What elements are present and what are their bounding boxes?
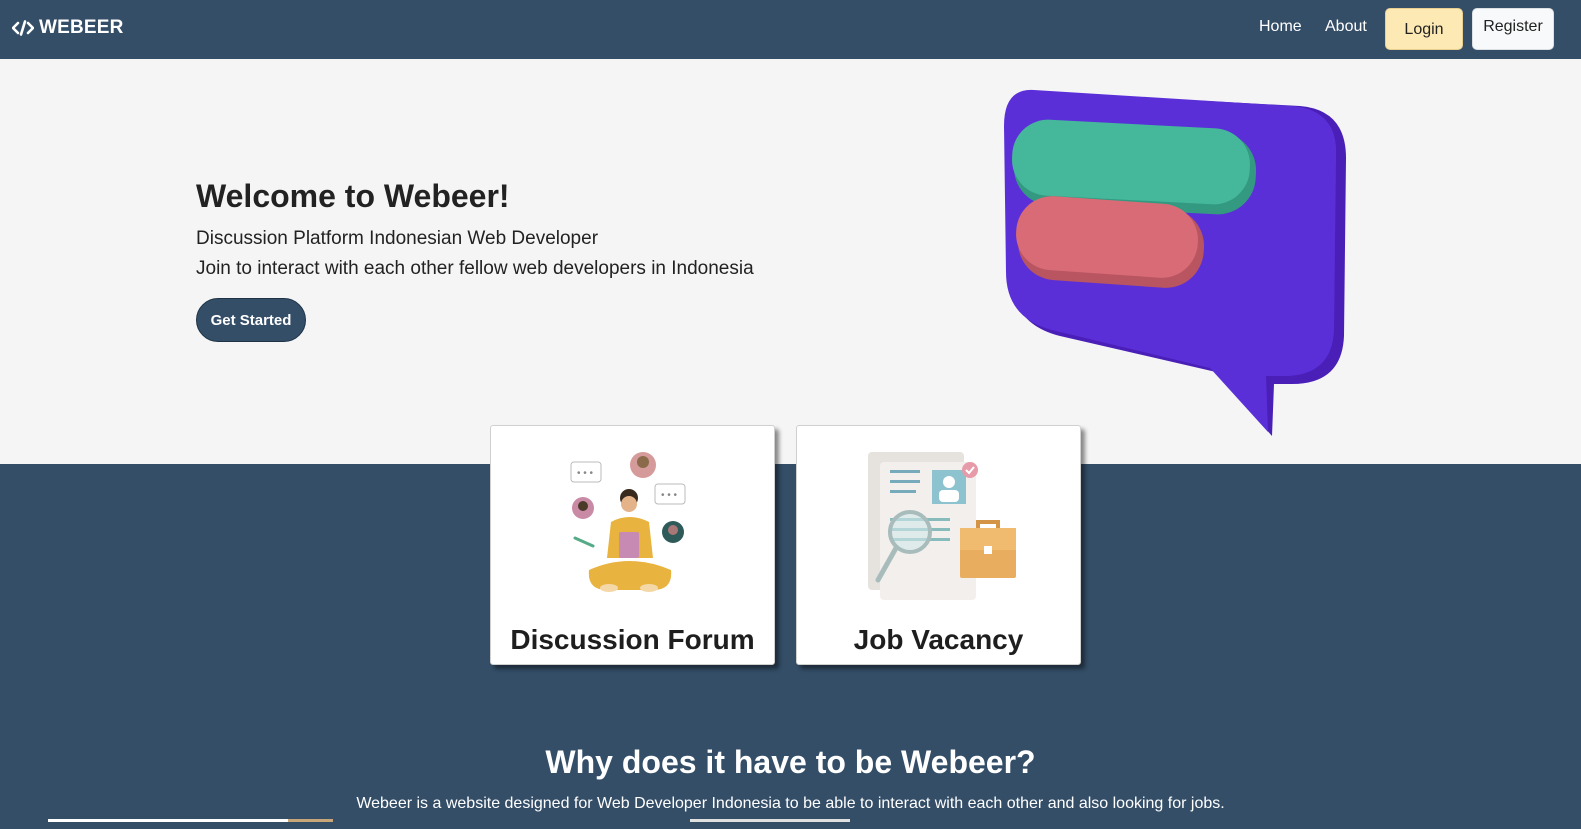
brand-name: WEBEER [39,17,124,38]
svg-text:• • •: • • • [577,468,594,479]
job-vacancy-card[interactable]: Job Vacancy [796,425,1081,665]
discussion-forum-card[interactable]: • • • • • • Discussion Forum [490,425,775,665]
feature-image-strip [48,819,288,822]
card-title: Discussion Forum [510,624,755,655]
why-section-title: Why does it have to be Webeer? [545,744,1036,780]
hero-description: Join to interact with each other fellow … [196,258,754,279]
register-button[interactable]: Register [1472,8,1554,50]
feature-image-strip [288,819,333,822]
login-button[interactable]: Login [1385,8,1463,50]
card-title: Job Vacancy [853,624,1024,655]
get-started-button[interactable]: Get Started [196,298,306,342]
navbar: WEBEER Home About Login Register [0,0,1581,59]
job-application-illustration [867,452,1016,600]
nav-link-home[interactable]: Home [1259,18,1302,36]
code-icon [12,20,34,36]
chat-bubble-illustration [1004,89,1346,436]
hero-subtitle: Discussion Platform Indonesian Web Devel… [196,228,599,249]
discussion-illustration: • • • • • • [570,452,685,592]
svg-text:• • •: • • • [661,490,678,501]
why-section-text: Webeer is a website designed for Web Dev… [356,795,1225,812]
hero-title: Welcome to Webeer! [196,178,510,214]
feature-image-strip [690,819,850,822]
brand-logo[interactable]: WEBEER [12,17,124,39]
nav-link-about[interactable]: About [1325,18,1367,36]
